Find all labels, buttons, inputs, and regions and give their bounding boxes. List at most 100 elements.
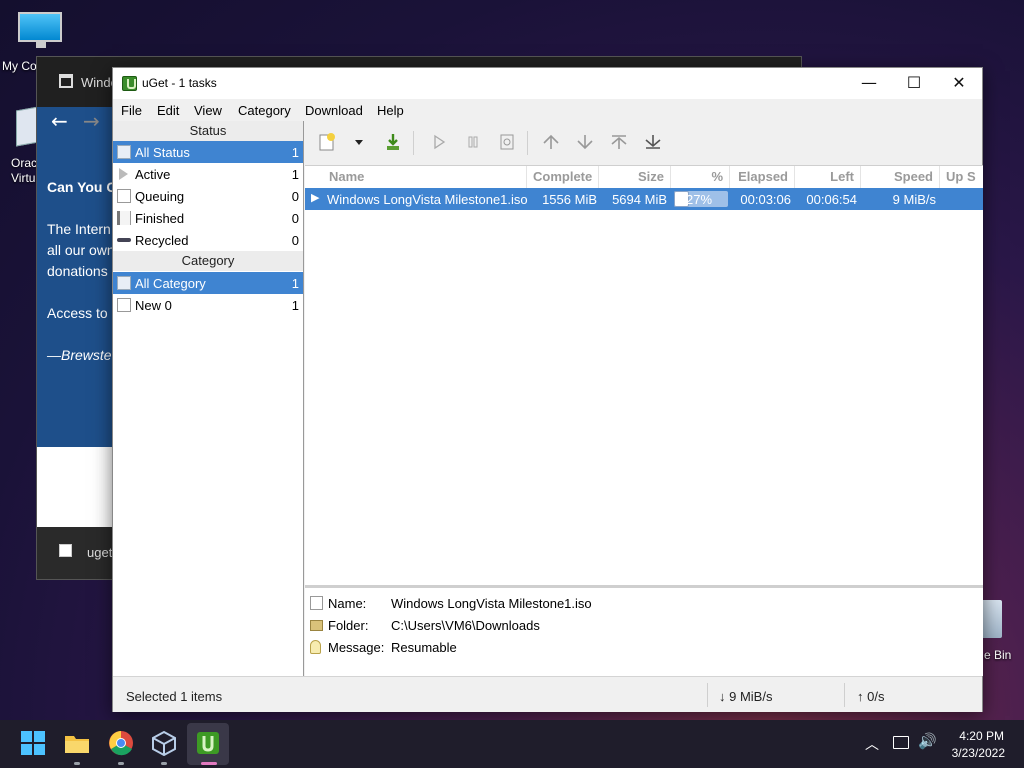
category-section-header: Category [113,251,303,271]
menu-view[interactable]: View [194,103,222,118]
sidebar-item-label: All Category [135,276,206,291]
sidebar-item-label: New 0 [135,298,172,313]
forward-arrow-icon[interactable]: → [83,109,100,133]
sidebar-item-count: 1 [291,145,299,160]
window-title: uGet - 1 tasks [142,76,217,90]
virtualbox-icon[interactable] [151,730,177,757]
sidebar-item-recycled[interactable]: Recycled 0 [113,229,303,251]
sidebar-item-label: Queuing [135,189,185,204]
sidebar-item-label: Recycled [135,233,189,248]
task-info-pane: Name: Windows LongVista Milestone1.iso F… [305,585,983,676]
folder-icon [310,620,323,631]
info-message-row: Message: Resumable [305,637,983,657]
status-separator [844,683,845,707]
column-header-size[interactable]: Size [599,166,671,188]
sidebar-item-all-status[interactable]: All Status 1 [113,141,303,163]
column-header-percent[interactable]: % [671,166,730,188]
info-name-row: Name: Windows LongVista Milestone1.iso [305,593,983,613]
titlebar[interactable]: uGet - 1 tasks — ☐ ✕ [113,68,982,99]
close-button[interactable]: ✕ [936,68,982,99]
background-text-line: Can You C [47,179,117,195]
column-header-left[interactable]: Left [795,166,861,188]
sidebar-item-new-0[interactable]: New 0 1 [113,294,303,316]
sidebar-item-count: 0 [291,189,299,204]
table-row[interactable]: ▶ Windows LongVista Milestone1.iso 1556 … [305,188,983,210]
clock-date[interactable]: 3/23/2022 [939,746,1005,760]
move-bottom-icon[interactable] [643,132,665,154]
sidebar-item-finished[interactable]: Finished 0 [113,207,303,229]
sidebar-item-all-category[interactable]: All Category 1 [113,272,303,294]
column-header-complete[interactable]: Complete [527,166,599,188]
sidebar-item-label: All Status [135,145,190,160]
info-name-value: Windows LongVista Milestone1.iso [391,596,592,611]
sidebar-item-count: 0 [291,211,299,226]
sidebar-item-count: 1 [291,298,299,313]
column-header-speed[interactable]: Speed [861,166,940,188]
uget-window[interactable]: uGet - 1 tasks — ☐ ✕ File Edit View Cate… [112,67,983,712]
sidebar-item-active[interactable]: Active 1 [113,163,303,185]
volume-icon[interactable]: 🔊 [918,732,937,750]
all-status-icon [117,145,131,159]
task-complete: 1556 MiB [542,192,597,207]
download-batch-icon[interactable] [383,132,405,154]
taskbar-running-indicator [74,762,80,765]
sidebar-item-count: 1 [291,167,299,182]
menu-category[interactable]: Category [238,103,291,118]
uget-icon[interactable] [195,730,221,756]
desktop-icon-label: e Bin [984,648,1012,662]
column-header-elapsed[interactable]: Elapsed [730,166,795,188]
move-up-icon[interactable] [541,132,563,154]
column-header-up-speed[interactable]: Up S [940,166,983,188]
status-section-header: Status [113,121,303,141]
info-message-label: Message: [328,640,385,655]
properties-icon[interactable] [497,132,519,154]
status-selected-count: Selected 1 items [126,689,223,704]
background-text-line: donations [47,263,108,279]
taskbar-running-indicator [118,762,124,765]
task-list[interactable]: Name Complete Size % Elapsed Left Speed … [305,165,983,585]
column-header-name[interactable]: Name [323,166,527,188]
move-down-icon[interactable] [575,132,597,154]
network-icon[interactable] [893,736,909,749]
task-name: Windows LongVista Milestone1.iso [327,192,528,207]
sidebar-item-count: 1 [291,276,299,291]
chevron-up-icon[interactable]: ︿ [865,734,879,754]
desktop-icon-label: Orac [11,156,38,170]
minimize-button[interactable]: — [846,68,892,99]
finished-icon [117,211,131,225]
status-separator [707,683,708,707]
all-category-icon [117,276,131,290]
clock-time[interactable]: 4:20 PM [944,729,1004,743]
new-download-icon[interactable] [317,132,339,154]
lightbulb-icon [310,640,321,654]
chrome-icon[interactable] [108,730,134,756]
back-arrow-icon[interactable]: ← [51,109,68,133]
toolbar [305,121,982,165]
info-folder-value: C:\Users\VM6\Downloads [391,618,540,633]
maximize-button[interactable]: ☐ [891,68,937,99]
file-explorer-icon[interactable] [64,730,90,756]
menu-edit[interactable]: Edit [157,103,179,118]
desktop-icon-label-2: Virtu [11,171,36,185]
start-icon[interactable] [20,730,46,756]
file-icon [310,596,323,610]
menu-file[interactable]: File [121,103,142,118]
queue-icon [117,189,131,203]
menu-download[interactable]: Download [305,103,363,118]
task-percent: 27% [686,192,713,207]
start-icon[interactable] [429,132,451,154]
move-top-icon[interactable] [609,132,631,154]
menu-bar: File Edit View Category Download Help [113,99,982,121]
info-message-value: Resumable [391,640,457,655]
status-bar: Selected 1 items ↓ 9 MiB/s ↑ 0/s [113,676,982,712]
play-icon [119,168,128,180]
sidebar-item-queuing[interactable]: Queuing 0 [113,185,303,207]
pause-icon[interactable] [463,132,485,154]
expand-arrow-icon[interactable]: ▶ [311,191,319,204]
menu-help[interactable]: Help [377,103,404,118]
background-text-line: The Intern [47,221,111,237]
recycle-bin-icon [980,600,1002,638]
dropdown-icon[interactable] [349,132,371,154]
sidebar-item-label: Active [135,167,171,182]
uget-app-icon [122,76,137,91]
